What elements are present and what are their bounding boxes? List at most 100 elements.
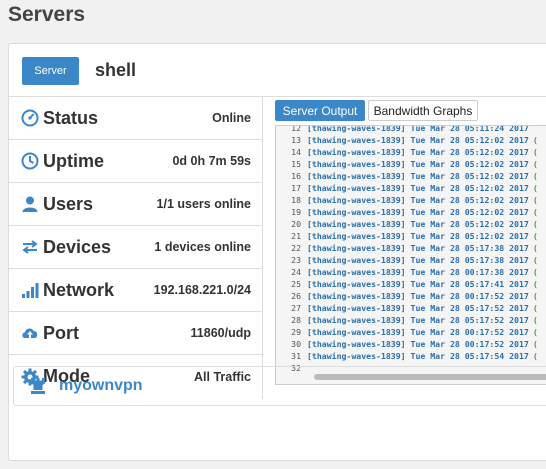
line-number: 30 (291, 339, 301, 349)
line-status: ( (532, 183, 538, 193)
arrows-icon (21, 238, 39, 256)
line-status: ( (532, 147, 538, 157)
gauge-icon (21, 109, 39, 127)
line-number: 14 (291, 147, 301, 157)
stat-value: 1 devices online (154, 240, 251, 254)
line-status: ( (532, 219, 538, 229)
line-number: 29 (291, 327, 301, 337)
console-line: 30 [thawing-waves-1839] Tue Mar 28 00:17:… (276, 338, 546, 350)
stat-label: Uptime (43, 150, 105, 171)
output-area: Server Output Bandwidth Graphs 12 [thawin… (273, 100, 546, 390)
line-status: ( (532, 279, 538, 289)
console-lines: 12 [thawing-waves-1839] Tue Mar 28 05:11:… (276, 125, 546, 374)
console-line: 27 [thawing-waves-1839] Tue Mar 28 05:17:… (276, 302, 546, 314)
line-status: ( (532, 255, 538, 265)
stat-row-users: Users 1/1 users online (9, 183, 263, 226)
server-button[interactable]: Server (22, 57, 79, 85)
tab-server-output[interactable]: Server Output (275, 100, 365, 121)
console-line: 26 [thawing-waves-1839] Tue Mar 28 00:17:… (276, 290, 546, 302)
line-status: ( (532, 195, 538, 205)
line-status: ( (532, 315, 538, 325)
console-line: 29 [thawing-waves-1839] Tue Mar 28 00:17:… (276, 326, 546, 338)
line-text: [thawing-waves-1839] Tue Mar 28 00:17:38… (307, 267, 529, 277)
line-number: 25 (291, 279, 301, 289)
line-status: ( (532, 207, 538, 217)
console-line: 13 [thawing-waves-1839] Tue Mar 28 05:12:… (276, 134, 546, 146)
console-line: 19 [thawing-waves-1839] Tue Mar 28 05:12:… (276, 206, 546, 218)
line-status: ( (532, 267, 538, 277)
console-line: 22 [thawing-waves-1839] Tue Mar 28 05:17:… (276, 242, 546, 254)
console-line: 31 [thawing-waves-1839] Tue Mar 28 05:17:… (276, 350, 546, 362)
line-number: 15 (291, 159, 301, 169)
stat-row-uptime: Uptime 0d 0h 7m 59s (9, 140, 263, 183)
stat-row-network: Network 192.168.221.0/24 (9, 269, 263, 312)
line-number: 18 (291, 195, 301, 205)
stats-list: Status Online Uptime 0d 0h 7m 59s Users … (9, 97, 263, 399)
line-status: ( (532, 135, 538, 145)
stat-label: Port (43, 322, 79, 343)
line-text: [thawing-waves-1839] Tue Mar 28 05:12:02… (307, 219, 529, 229)
stat-label: Devices (43, 236, 112, 257)
line-number: 24 (291, 267, 301, 277)
console-line: 16 [thawing-waves-1839] Tue Mar 28 05:12:… (276, 170, 546, 182)
network-link[interactable]: myownvpn (59, 377, 143, 395)
console-line: 23 [thawing-waves-1839] Tue Mar 28 05:17:… (276, 254, 546, 266)
cloud-upload-icon (21, 324, 39, 342)
user-icon (21, 195, 39, 213)
line-number: 26 (291, 291, 301, 301)
stat-row-port: Port 11860/udp (9, 312, 263, 355)
console-line: 24 [thawing-waves-1839] Tue Mar 28 00:17:… (276, 266, 546, 278)
line-text: [thawing-waves-1839] Tue Mar 28 05:12:02… (307, 207, 529, 217)
line-number: 16 (291, 171, 301, 181)
line-text: [thawing-waves-1839] Tue Mar 28 00:17:52… (307, 327, 529, 337)
stat-label: Users (43, 193, 94, 214)
line-status: ( (532, 303, 538, 313)
console-line: 14 [thawing-waves-1839] Tue Mar 28 05:12:… (276, 146, 546, 158)
server-name: shell (95, 60, 137, 80)
console-line: 15 [thawing-waves-1839] Tue Mar 28 05:12:… (276, 158, 546, 170)
line-number: 21 (291, 231, 301, 241)
line-number: 28 (291, 315, 301, 325)
line-text: [thawing-waves-1839] Tue Mar 28 05:17:54… (307, 351, 529, 361)
stat-value: 0d 0h 7m 59s (172, 154, 251, 168)
console-line: 17 [thawing-waves-1839] Tue Mar 28 05:12:… (276, 182, 546, 194)
line-text: [thawing-waves-1839] Tue Mar 28 05:12:02… (307, 171, 529, 181)
line-number: 13 (291, 135, 301, 145)
tab-bandwidth-graphs[interactable]: Bandwidth Graphs (368, 100, 478, 121)
line-number: 20 (291, 219, 301, 229)
stat-value: 1/1 users online (156, 197, 251, 211)
line-status: ( (532, 291, 538, 301)
line-number: 19 (291, 207, 301, 217)
line-number: 31 (291, 351, 301, 361)
stat-value: 192.168.221.0/24 (153, 283, 251, 297)
server-header: Server shell (9, 44, 546, 97)
line-text: [thawing-waves-1839] Tue Mar 28 05:12:02… (307, 183, 529, 193)
console-line: 28 [thawing-waves-1839] Tue Mar 28 05:17:… (276, 314, 546, 326)
line-text: [thawing-waves-1839] Tue Mar 28 05:12:02… (307, 195, 529, 205)
line-status: ( (532, 327, 538, 337)
stat-value: 11860/udp (190, 326, 251, 340)
line-status: ( (532, 231, 538, 241)
stat-label: Network (43, 279, 115, 300)
server-output-console[interactable]: 12 [thawing-waves-1839] Tue Mar 28 05:11:… (275, 125, 546, 385)
line-number: 12 (291, 125, 301, 133)
line-text: [thawing-waves-1839] Tue Mar 28 05:12:02… (307, 159, 529, 169)
line-status: ( (532, 339, 538, 349)
stat-row-devices: Devices 1 devices online (9, 226, 263, 269)
line-text: [thawing-waves-1839] Tue Mar 28 05:12:02… (307, 231, 529, 241)
line-text: [thawing-waves-1839] Tue Mar 28 05:17:52… (307, 303, 529, 313)
console-line: 21 [thawing-waves-1839] Tue Mar 28 05:12:… (276, 230, 546, 242)
network-footer: myownvpn (13, 366, 546, 406)
console-line: 18 [thawing-waves-1839] Tue Mar 28 05:12:… (276, 194, 546, 206)
console-line: 25 [thawing-waves-1839] Tue Mar 28 05:17:… (276, 278, 546, 290)
line-number: 27 (291, 303, 301, 313)
clock-icon (21, 152, 39, 170)
line-status: ( (532, 243, 538, 253)
line-text: [thawing-waves-1839] Tue Mar 28 05:17:38… (307, 255, 529, 265)
stat-label: Status (43, 107, 99, 128)
line-text: [thawing-waves-1839] Tue Mar 28 05:17:52… (307, 315, 529, 325)
rook-icon (29, 377, 47, 395)
line-text: [thawing-waves-1839] Tue Mar 28 05:11:24… (307, 125, 529, 133)
line-status: ( (532, 159, 538, 169)
line-status: ( (532, 171, 538, 181)
